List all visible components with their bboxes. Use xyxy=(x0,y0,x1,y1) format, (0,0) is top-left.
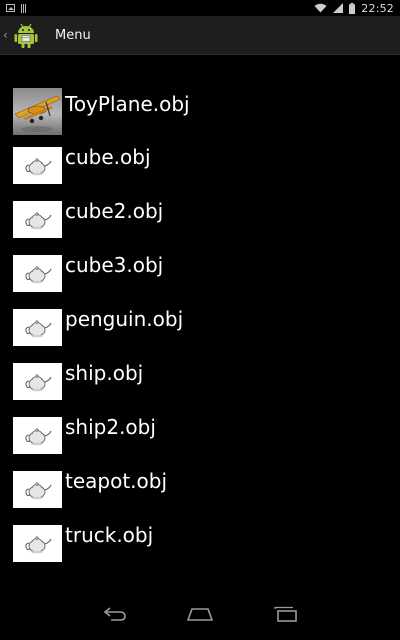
action-bar: ‹ Menu xyxy=(0,16,400,55)
barcode-icon xyxy=(21,3,27,13)
teapot-thumbnail xyxy=(13,363,62,400)
toy-plane-thumbnail xyxy=(13,88,62,135)
teapot-thumbnail xyxy=(13,147,62,184)
notification-icon xyxy=(6,4,15,12)
list-item-label: ship2.obj xyxy=(65,415,156,439)
list-item-label: penguin.obj xyxy=(65,307,184,331)
home-icon xyxy=(186,608,214,621)
status-bar: 22:52 xyxy=(0,0,400,16)
list-item-label: cube3.obj xyxy=(65,253,164,277)
list-item-truck[interactable]: truck.obj xyxy=(0,517,400,571)
recents-button[interactable] xyxy=(271,604,301,624)
status-right: 22:52 xyxy=(314,2,394,15)
list-item-cube2[interactable]: cube2.obj xyxy=(0,193,400,247)
teapot-thumbnail xyxy=(13,309,62,346)
list-item-cube3[interactable]: cube3.obj xyxy=(0,247,400,301)
teapot-thumbnail xyxy=(13,201,62,238)
status-left xyxy=(6,3,27,13)
list-item-penguin[interactable]: penguin.obj xyxy=(0,301,400,355)
teapot-thumbnail xyxy=(13,525,62,562)
list-item-toyplane[interactable]: ToyPlane.obj xyxy=(0,85,400,139)
android-app-icon[interactable] xyxy=(13,21,39,49)
list-item-label: ship.obj xyxy=(65,361,144,385)
list-item-label: teapot.obj xyxy=(65,469,168,493)
navigation-bar xyxy=(0,592,400,640)
list-item-ship[interactable]: ship.obj xyxy=(0,355,400,409)
recents-icon xyxy=(274,606,297,622)
back-icon xyxy=(103,607,126,621)
teapot-thumbnail xyxy=(13,417,62,454)
list-item-label: ToyPlane.obj xyxy=(65,92,190,116)
action-bar-title: Menu xyxy=(55,27,91,43)
back-button[interactable] xyxy=(100,604,130,624)
model-list: ToyPlane.obj cube.obj cube2.obj cube3.ob… xyxy=(0,85,400,571)
teapot-thumbnail xyxy=(13,255,62,292)
signal-icon xyxy=(333,3,344,13)
screen: 22:52 ‹ Menu ToyPlane.obj cube.obj cube2… xyxy=(0,0,400,640)
wifi-icon xyxy=(314,3,327,13)
battery-icon xyxy=(349,2,356,14)
teapot-thumbnail xyxy=(13,471,62,508)
status-time: 22:52 xyxy=(361,1,394,15)
list-item-label: cube2.obj xyxy=(65,199,164,223)
list-item-cube[interactable]: cube.obj xyxy=(0,139,400,193)
list-item-label: cube.obj xyxy=(65,145,151,169)
list-item-teapot[interactable]: teapot.obj xyxy=(0,463,400,517)
up-caret-icon[interactable]: ‹ xyxy=(3,29,11,41)
list-item-label: truck.obj xyxy=(65,523,154,547)
home-button[interactable] xyxy=(185,604,215,624)
list-item-ship2[interactable]: ship2.obj xyxy=(0,409,400,463)
